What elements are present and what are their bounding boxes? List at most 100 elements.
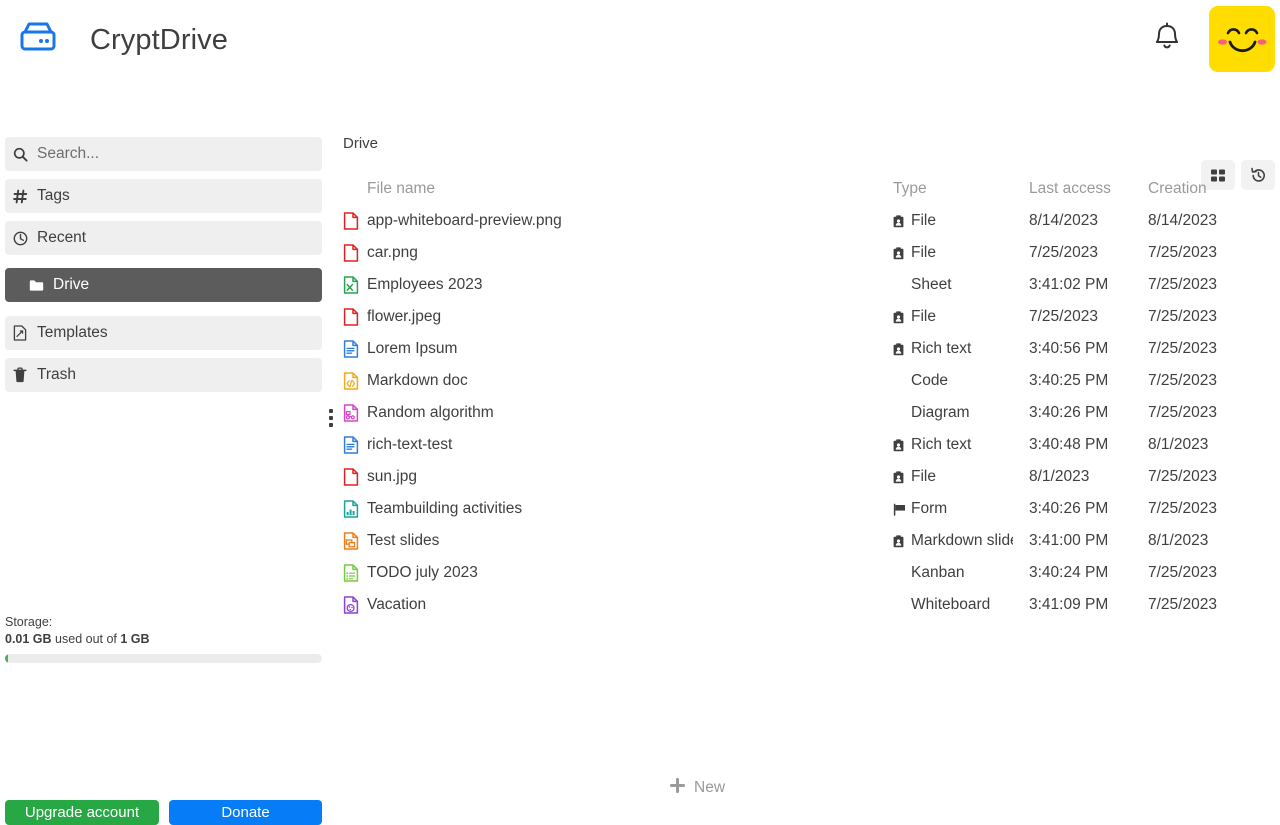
search-input[interactable]: Search... [5, 137, 322, 171]
file-type-label: Whiteboard [911, 596, 991, 613]
file-last-access: 7/25/2023 [1029, 308, 1098, 325]
file-last-access: 3:40:25 PM [1029, 372, 1109, 389]
slides-icon [343, 531, 367, 551]
table-row[interactable]: Lorem Ipsum Rich text 3:40:56 PM 7/25/20… [327, 333, 1280, 365]
file-type-cell: Sheet [893, 269, 1013, 301]
flag-icon [893, 503, 911, 516]
search-icon [5, 147, 35, 162]
sidebar-item-templates[interactable]: Templates [5, 316, 322, 350]
file-type-cell: File [893, 301, 1013, 333]
id-badge-icon [893, 310, 911, 324]
file-type-label: Markdown slides [911, 532, 1013, 549]
new-file-row[interactable]: New [669, 777, 725, 798]
upgrade-account-button[interactable]: Upgrade account [5, 800, 159, 825]
clock-icon [5, 231, 35, 246]
file-creation: 7/25/2023 [1148, 404, 1217, 421]
file-name-cell[interactable]: rich-text-test [343, 429, 452, 461]
notification-bell-icon[interactable] [1148, 18, 1186, 58]
sidebar-item-label: Drive [53, 276, 90, 293]
file-icon [343, 307, 367, 327]
file-last-access: 3:40:56 PM [1029, 340, 1109, 357]
avatar[interactable] [1209, 6, 1275, 72]
sidebar-item-tags[interactable]: Tags [5, 179, 322, 213]
rich-text-icon [343, 435, 367, 455]
file-last-access: 8/14/2023 [1029, 212, 1098, 229]
folder-icon [21, 279, 51, 292]
kanban-icon [343, 563, 367, 583]
file-type-cell: Diagram [893, 397, 1013, 429]
row-drag-handle[interactable] [329, 409, 335, 427]
file-name-cell[interactable]: sun.jpg [343, 461, 417, 493]
table-row[interactable]: sun.jpg File 8/1/2023 7/25/2023 [327, 461, 1280, 493]
storage-progress-fill [5, 654, 9, 663]
file-last-access: 3:40:48 PM [1029, 436, 1109, 453]
sidebar-item-recent[interactable]: Recent [5, 221, 322, 255]
column-header-type[interactable]: Type [893, 173, 1013, 205]
plus-icon [669, 777, 686, 798]
file-name-cell[interactable]: Teambuilding activities [343, 493, 522, 525]
sidebar-item-drive[interactable]: Drive [5, 268, 322, 302]
breadcrumb[interactable]: Drive [343, 135, 378, 152]
file-creation: 7/25/2023 [1148, 276, 1217, 293]
file-creation: 7/25/2023 [1148, 244, 1217, 261]
file-name-cell[interactable]: Vacation [343, 589, 426, 621]
file-creation: 7/25/2023 [1148, 340, 1217, 357]
trash-icon [5, 367, 35, 383]
table-row[interactable]: rich-text-test Rich text 3:40:48 PM 8/1/… [327, 429, 1280, 461]
table-row[interactable]: flower.jpeg File 7/25/2023 7/25/2023 [327, 301, 1280, 333]
id-badge-icon [893, 246, 911, 260]
file-name-cell[interactable]: Random algorithm [343, 397, 494, 429]
sidebar-item-label: Templates [37, 324, 108, 341]
id-badge-icon [893, 342, 911, 356]
file-creation: 8/1/2023 [1148, 436, 1209, 453]
storage-total: 1 GB [120, 632, 150, 646]
table-row[interactable]: car.png File 7/25/2023 7/25/2023 [327, 237, 1280, 269]
column-header-name[interactable]: File name [367, 173, 435, 205]
rich-text-icon [343, 339, 367, 359]
file-name-label: Vacation [367, 596, 427, 613]
file-icon [343, 243, 367, 263]
table-row[interactable]: Test slides Markdown slides 3:41:00 PM 8… [327, 525, 1280, 557]
sidebar-item-label: Tags [37, 187, 70, 204]
file-name-cell[interactable]: Markdown doc [343, 365, 468, 397]
top-bar: CryptDrive [0, 0, 1280, 78]
table-row[interactable]: TODO july 2023 Kanban 3:40:24 PM 7/25/20… [327, 557, 1280, 589]
file-name-cell[interactable]: car.png [343, 237, 418, 269]
table-row[interactable]: Employees 2023 Sheet 3:41:02 PM 7/25/202… [327, 269, 1280, 301]
file-last-access: 3:41:00 PM [1029, 532, 1109, 549]
table-row[interactable]: Random algorithm Diagram 3:40:26 PM 7/25… [327, 397, 1280, 429]
file-name-cell[interactable]: Test slides [343, 525, 439, 557]
column-header-creation[interactable]: Creation [1148, 173, 1268, 205]
table-row[interactable]: Markdown doc Code 3:40:25 PM 7/25/2023 [327, 365, 1280, 397]
toolbar: Files New Filter [0, 78, 1280, 190]
file-name-cell[interactable]: app-whiteboard-preview.png [343, 205, 562, 237]
form-chart-icon [343, 499, 367, 519]
whiteboard-icon [343, 595, 367, 615]
table-row[interactable]: Vacation Whiteboard 3:41:09 PM 7/25/2023 [327, 589, 1280, 621]
table-row[interactable]: Teambuilding activities Form 3:40:26 PM … [327, 493, 1280, 525]
hard-drive-icon [17, 20, 59, 58]
file-name-label: TODO july 2023 [367, 564, 478, 581]
file-name-cell[interactable]: TODO july 2023 [343, 557, 478, 589]
file-last-access: 3:40:26 PM [1029, 500, 1109, 517]
file-type-label: File [911, 244, 936, 261]
column-header-last-access[interactable]: Last access [1029, 173, 1149, 205]
sidebar-item-trash[interactable]: Trash [5, 358, 322, 392]
hash-icon [5, 189, 35, 204]
file-name-cell[interactable]: Lorem Ipsum [343, 333, 457, 365]
file-name-cell[interactable]: Employees 2023 [343, 269, 482, 301]
file-last-access: 8/1/2023 [1029, 468, 1090, 485]
file-type-label: File [911, 212, 936, 229]
file-creation: 7/25/2023 [1148, 468, 1217, 485]
file-type-cell: File [893, 237, 1013, 269]
donate-button[interactable]: Donate [169, 800, 322, 825]
file-icon [343, 211, 367, 231]
file-last-access: 3:40:26 PM [1029, 404, 1109, 421]
file-type-label: File [911, 308, 936, 325]
file-table: File name Type Last access Creation app-… [327, 173, 1280, 621]
table-row[interactable]: app-whiteboard-preview.png File 8/14/202… [327, 205, 1280, 237]
file-name-label: rich-text-test [367, 436, 453, 453]
table-header-row: File name Type Last access Creation [327, 173, 1280, 205]
file-name-cell[interactable]: flower.jpeg [343, 301, 441, 333]
file-type-cell: Kanban [893, 557, 1013, 589]
